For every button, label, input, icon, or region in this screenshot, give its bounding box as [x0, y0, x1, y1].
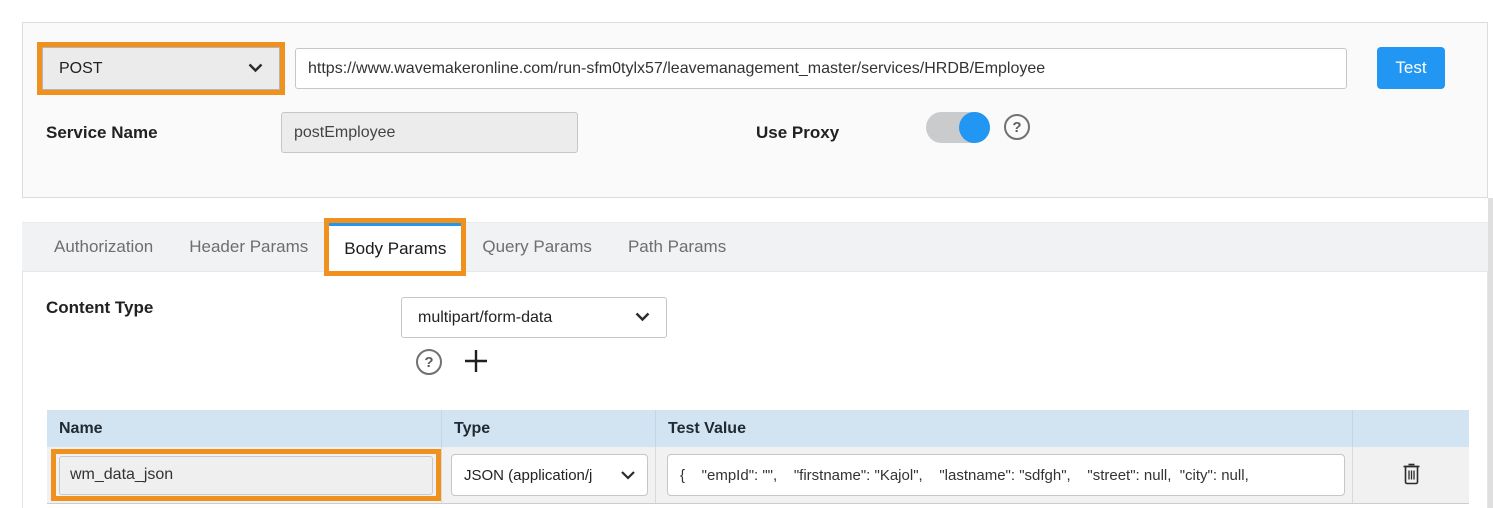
col-header-type: Type [442, 410, 656, 447]
highlight-box-method: POST [37, 42, 285, 95]
tab-body-params[interactable]: Body Params [329, 223, 461, 271]
col-header-name: Name [47, 410, 442, 447]
plus-icon [462, 347, 490, 378]
test-value-input[interactable] [667, 454, 1345, 496]
chevron-down-icon [635, 309, 650, 327]
test-button[interactable]: Test [1377, 47, 1445, 89]
param-type-value: JSON (application/j [464, 467, 592, 484]
tab-path-params[interactable]: Path Params [613, 223, 741, 271]
tab-query-params[interactable]: Query Params [467, 223, 607, 271]
trash-icon [1401, 461, 1422, 489]
param-type-select[interactable]: JSON (application/j [451, 454, 648, 496]
use-proxy-label: Use Proxy [756, 123, 839, 143]
params-table: Name Type Test Value JSON (application/j [47, 410, 1469, 504]
highlight-box-param-name [51, 449, 441, 501]
api-test-page: POST Test Service Name Use Proxy ? Autho… [0, 0, 1493, 508]
use-proxy-toggle[interactable] [926, 112, 990, 143]
tab-header-params[interactable]: Header Params [174, 223, 323, 271]
chevron-down-icon [621, 467, 635, 484]
col-header-actions [1353, 410, 1469, 447]
delete-row-button[interactable] [1401, 461, 1422, 489]
params-tab-bar: Authorization Header Params Body Params … [22, 222, 1488, 272]
param-type-cell: JSON (application/j [442, 447, 656, 503]
table-row: JSON (application/j [47, 447, 1469, 504]
param-name-cell [47, 447, 442, 503]
content-type-value: multipart/form-data [418, 309, 552, 327]
proxy-help-icon[interactable]: ? [1004, 114, 1030, 140]
request-panel: POST Test Service Name Use Proxy ? [22, 22, 1488, 198]
col-header-test-value: Test Value [656, 410, 1353, 447]
service-name-field[interactable] [281, 112, 578, 153]
body-params-panel: Content Type multipart/form-data ? Name … [22, 272, 1488, 508]
chevron-down-icon [248, 60, 263, 78]
test-value-cell [656, 447, 1353, 503]
param-name-input[interactable] [59, 456, 433, 495]
body-params-help-icon[interactable]: ? [416, 349, 442, 375]
service-name-label: Service Name [46, 123, 158, 143]
method-value: POST [59, 60, 103, 78]
method-dropdown[interactable]: POST [42, 47, 280, 90]
page-scrollbar[interactable] [1488, 198, 1493, 508]
add-param-button[interactable] [460, 346, 492, 378]
table-header-row: Name Type Test Value [47, 410, 1469, 447]
tab-authorization[interactable]: Authorization [39, 223, 168, 271]
content-type-label: Content Type [46, 298, 153, 318]
row-actions-cell [1353, 447, 1469, 503]
url-input[interactable] [295, 48, 1347, 89]
content-type-select[interactable]: multipart/form-data [401, 297, 667, 338]
toggle-knob [959, 112, 990, 143]
